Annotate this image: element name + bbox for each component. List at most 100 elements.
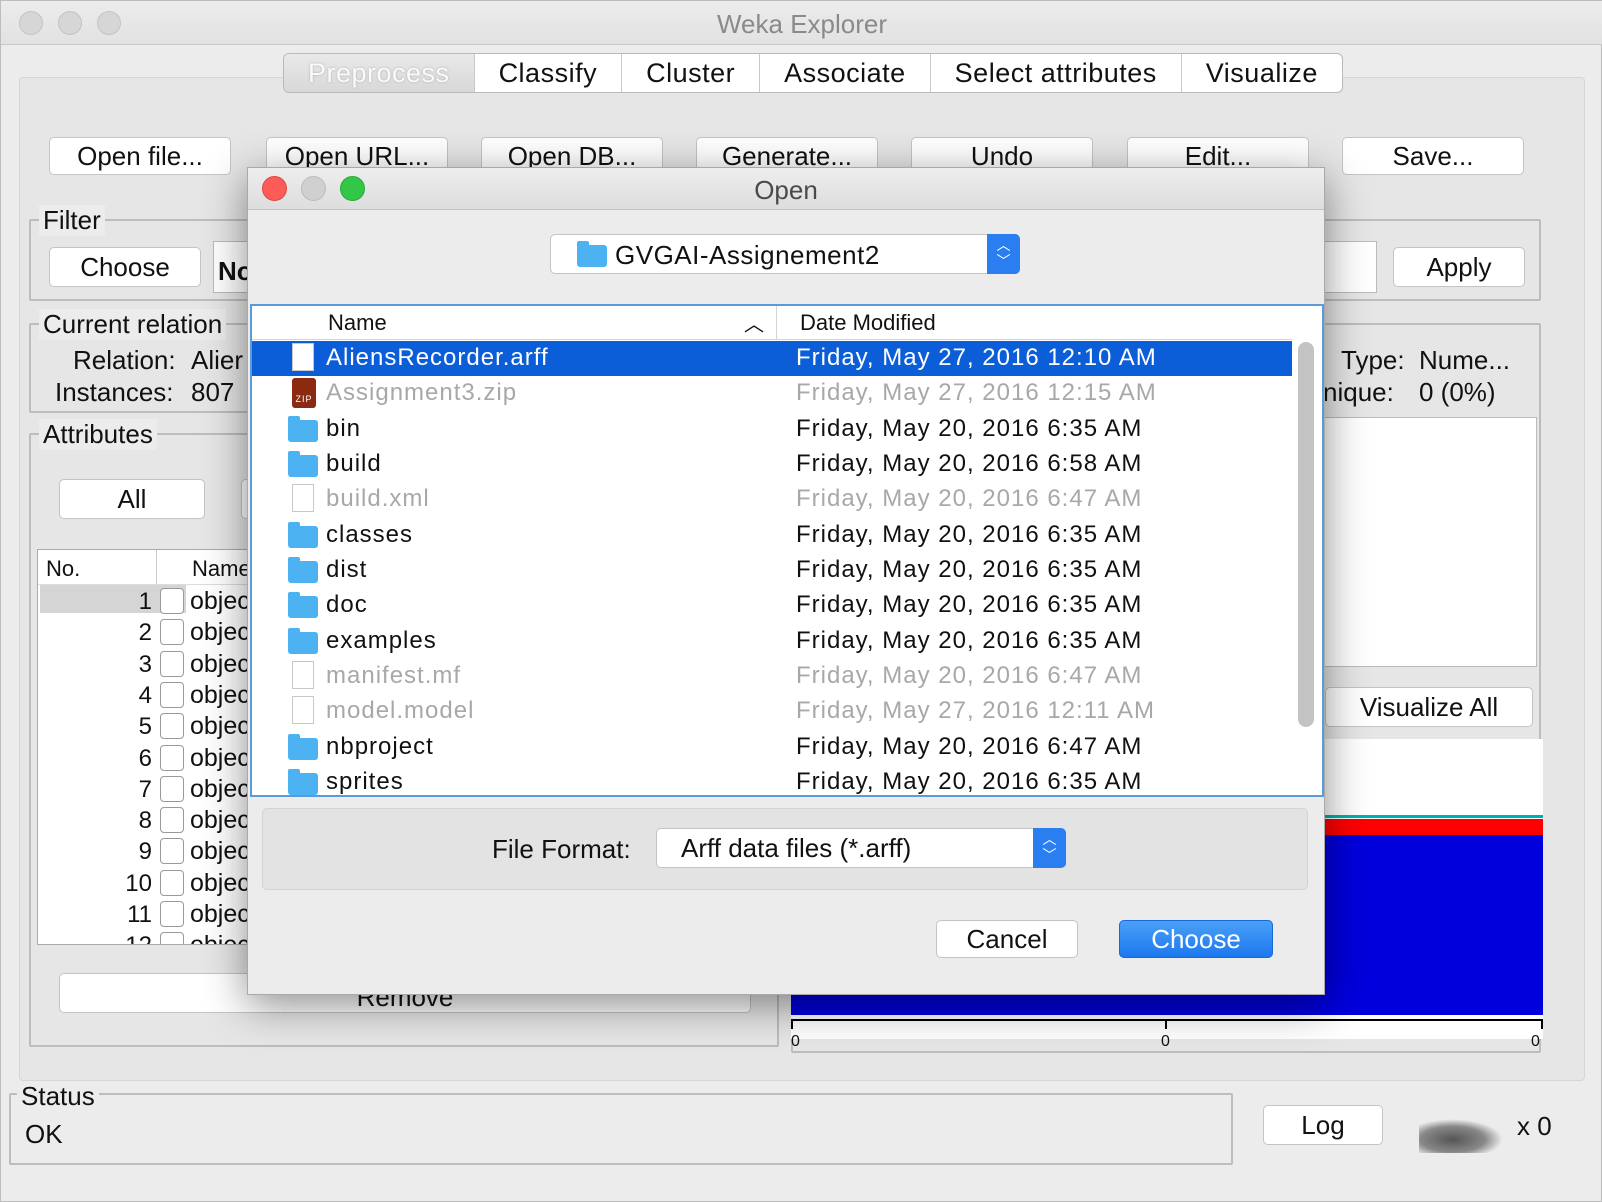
file-date: Friday, May 20, 2016 6:47 AM xyxy=(796,662,1143,689)
tab-classify[interactable]: Classify xyxy=(475,54,623,92)
instances-value: 807 xyxy=(191,377,235,407)
attribute-name: objec xyxy=(190,774,250,803)
tab-bar: Preprocess Classify Cluster Associate Se… xyxy=(283,53,1343,93)
file-date: Friday, May 27, 2016 12:10 AM xyxy=(796,344,1157,371)
histogram-axis xyxy=(791,1019,1543,1021)
status-label: Status xyxy=(17,1081,99,1112)
file-row[interactable]: build.xml Friday, May 20, 2016 6:47 AM xyxy=(252,482,1292,517)
attribute-name: objec xyxy=(190,743,250,772)
file-format-dropdown[interactable]: Arff data files (*.arff) ︿ ﹀ xyxy=(656,828,1066,868)
attribute-checkbox[interactable] xyxy=(160,650,184,677)
task-count: x 0 xyxy=(1517,1111,1552,1141)
visualize-all-button[interactable]: Visualize All xyxy=(1325,687,1533,727)
relation-value: Alier xyxy=(191,345,244,375)
location-dropdown[interactable]: GVGAI-Assignement2 ︿ ﹀ xyxy=(550,234,1020,274)
attribute-number: 1 xyxy=(138,588,152,615)
attribute-name: objec xyxy=(190,868,250,897)
folder-icon xyxy=(288,416,318,442)
location-value: GVGAI-Assignement2 xyxy=(615,240,880,270)
file-list-scrollbar[interactable] xyxy=(1298,342,1314,727)
attribute-checkbox[interactable] xyxy=(160,869,184,896)
document-icon xyxy=(292,343,314,371)
attribute-checkbox[interactable] xyxy=(160,807,184,834)
file-name: bin xyxy=(326,415,362,442)
attributes-label: Attributes xyxy=(39,419,157,450)
status-text: OK xyxy=(25,1119,63,1149)
weka-bird-icon xyxy=(1419,1119,1503,1153)
status-group xyxy=(9,1093,1233,1165)
log-button[interactable]: Log xyxy=(1263,1105,1383,1145)
attribute-checkbox[interactable] xyxy=(160,588,184,614)
statistics-table xyxy=(1321,417,1537,667)
attribute-number: 5 xyxy=(138,713,152,741)
attribute-checkbox[interactable] xyxy=(160,619,184,646)
file-row[interactable]: AliensRecorder.arff Friday, May 27, 2016 … xyxy=(252,341,1292,376)
attribute-checkbox[interactable] xyxy=(160,901,184,927)
type-label: Type: xyxy=(1341,345,1405,375)
chevron-updown-icon: ︿ ﹀ xyxy=(1033,828,1066,868)
folder-icon xyxy=(288,557,318,583)
attribute-name: objec xyxy=(190,712,250,741)
window-titlebar: Weka Explorer xyxy=(1,1,1602,45)
tab-cluster[interactable]: Cluster xyxy=(622,54,761,92)
file-row[interactable]: ZIP Assignment3.zip Friday, May 27, 2016 1… xyxy=(252,376,1292,411)
folder-icon xyxy=(288,592,318,618)
zip-icon: ZIP xyxy=(292,378,316,408)
tab-visualize[interactable]: Visualize xyxy=(1182,54,1342,92)
tab-select-attributes[interactable]: Select attributes xyxy=(931,54,1182,92)
attribute-checkbox[interactable] xyxy=(160,775,184,802)
file-date: Friday, May 20, 2016 6:35 AM xyxy=(796,627,1143,654)
attribute-checkbox[interactable] xyxy=(160,681,184,708)
axis-tick-label: 0 xyxy=(1161,1033,1170,1050)
apply-button[interactable]: Apply xyxy=(1393,247,1525,287)
col-date-header[interactable]: Date Modified xyxy=(800,310,936,336)
col-no-header: No. xyxy=(46,556,81,581)
file-date: Friday, May 20, 2016 6:35 AM xyxy=(796,591,1143,618)
attribute-number: 12 xyxy=(38,932,152,944)
choose-button[interactable]: Choose xyxy=(1119,920,1273,958)
file-date: Friday, May 20, 2016 6:47 AM xyxy=(796,733,1143,760)
tab-associate[interactable]: Associate xyxy=(760,54,931,92)
attribute-name: objec xyxy=(190,837,250,866)
save-button[interactable]: Save... xyxy=(1342,137,1524,175)
attribute-checkbox[interactable] xyxy=(160,932,184,944)
file-date: Friday, May 20, 2016 6:35 AM xyxy=(796,768,1143,795)
file-row[interactable]: dist Friday, May 20, 2016 6:35 AM xyxy=(252,553,1292,588)
file-row[interactable]: examples Friday, May 20, 2016 6:35 AM xyxy=(252,624,1292,659)
axis-tick-label: 0 xyxy=(791,1033,800,1050)
attribute-number: 8 xyxy=(138,807,152,835)
filter-label: Filter xyxy=(39,205,105,236)
file-row[interactable]: bin Friday, May 20, 2016 6:35 AM xyxy=(252,412,1292,447)
attribute-number: 7 xyxy=(138,775,152,803)
attribute-name: objec xyxy=(190,931,250,944)
file-row[interactable]: nbproject Friday, May 20, 2016 6:47 AM xyxy=(252,730,1292,765)
file-row[interactable]: classes Friday, May 20, 2016 6:35 AM xyxy=(252,518,1292,553)
open-dialog: Open GVGAI-Assignement2 ︿ ﹀ Name ︿ Date M… xyxy=(247,167,1325,995)
file-name: examples xyxy=(326,627,437,654)
file-row[interactable]: doc Friday, May 20, 2016 6:35 AM xyxy=(252,588,1292,623)
filter-choose-button[interactable]: Choose xyxy=(49,247,201,287)
tab-preprocess[interactable]: Preprocess xyxy=(284,54,475,92)
file-name: AliensRecorder.arff xyxy=(326,344,549,371)
open-file-button[interactable]: Open file... xyxy=(49,137,231,175)
attribute-number: 2 xyxy=(138,619,152,647)
col-name-header[interactable]: Name xyxy=(328,310,387,336)
attribute-checkbox[interactable] xyxy=(160,713,184,740)
attribute-checkbox[interactable] xyxy=(160,838,184,865)
file-date: Friday, May 20, 2016 6:35 AM xyxy=(796,415,1143,442)
cancel-button[interactable]: Cancel xyxy=(936,920,1078,958)
file-row[interactable]: manifest.mf Friday, May 20, 2016 6:47 AM xyxy=(252,659,1292,694)
file-row[interactable]: build Friday, May 20, 2016 6:58 AM xyxy=(252,447,1292,482)
file-row[interactable]: model.model Friday, May 27, 2016 12:11 AM xyxy=(252,694,1292,729)
current-relation-label: Current relation xyxy=(39,309,227,340)
folder-icon xyxy=(288,734,318,760)
file-date: Friday, May 27, 2016 12:15 AM xyxy=(796,379,1157,406)
file-list[interactable]: Name ︿ Date Modified AliensRecorder.arff… xyxy=(250,304,1324,797)
unique-value: 0 (0%) xyxy=(1419,377,1496,407)
file-row[interactable]: sprites Friday, May 20, 2016 6:35 AM xyxy=(252,765,1292,795)
axis-tick-label: 0 xyxy=(1531,1033,1540,1050)
attribute-name: objec xyxy=(190,806,250,835)
dialog-titlebar: Open xyxy=(248,168,1324,210)
select-all-button[interactable]: All xyxy=(59,479,205,519)
attribute-checkbox[interactable] xyxy=(160,744,184,771)
